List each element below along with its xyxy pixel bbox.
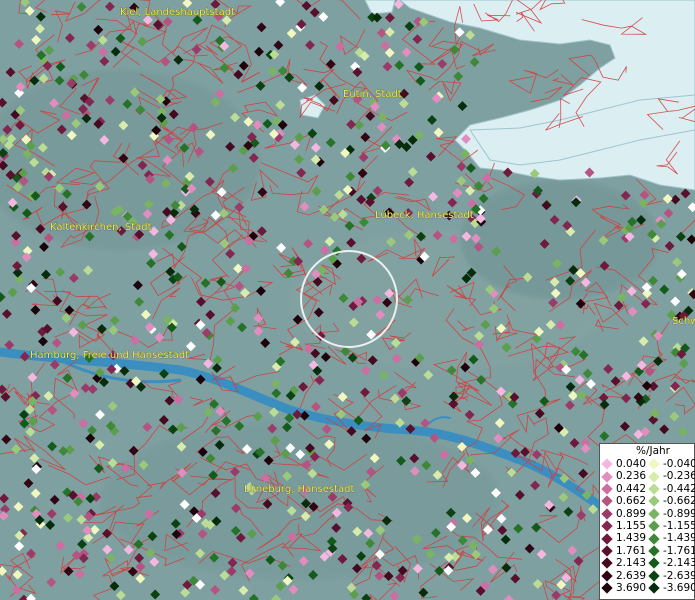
legend-entry-positive: 1.761 [600, 545, 647, 557]
legend-entry-negative: -0.662 [647, 495, 695, 508]
legend-swatch [648, 458, 660, 470]
legend-entry-positive: 0.662 [600, 495, 647, 507]
legend-entry-positive: 3.690 [600, 582, 647, 594]
legend-value: -0.442 [663, 482, 695, 495]
legend-swatch [601, 495, 613, 508]
legend-row: 2.639 -2.639 [600, 569, 695, 582]
legend-entry-positive: 1.155 [600, 520, 647, 532]
legend-swatch [648, 508, 660, 520]
legend-swatch [648, 557, 660, 569]
legend-entry-negative: -0.236 [647, 470, 695, 483]
place-label-hamburg: Hamburg, Freie und Hansestadt [30, 350, 189, 361]
legend-entry-positive: 0.236 [600, 470, 647, 482]
legend-row: 2.143 -2.143 [600, 557, 695, 570]
legend-row: 0.442 -0.442 [600, 482, 695, 495]
legend-swatch [601, 458, 613, 470]
legend-value: -1.439 [663, 532, 695, 545]
legend-value: -3.690 [663, 581, 695, 594]
legend-swatch [648, 495, 660, 508]
legend-entry-positive: 0.040 [600, 458, 647, 470]
legend-swatch [648, 545, 660, 557]
legend-entry-positive: 1.439 [600, 532, 647, 544]
legend-value: 0.899 [616, 507, 647, 520]
legend-row: 1.761 -1.761 [600, 544, 695, 557]
place-label-kiel: Kiel, Landeshauptstadt [120, 7, 235, 18]
legend-value: -0.662 [663, 495, 695, 508]
legend-value: -0.236 [663, 470, 695, 483]
legend-value: 2.639 [616, 569, 647, 582]
legend-swatch [601, 508, 613, 520]
legend-value: -0.040 [663, 458, 695, 470]
legend-value: 3.690 [616, 581, 647, 594]
legend-value: 1.439 [616, 532, 647, 545]
legend-value: -2.639 [663, 569, 695, 582]
legend-entry-negative: -2.143 [647, 557, 695, 570]
place-label-schwerin: Schw [672, 316, 695, 327]
legend-row: 0.899 -0.899 [600, 507, 695, 520]
legend-rows: 0.040 -0.040 0.236 -0.236 0.442 -0.442 0.662 -0… [600, 458, 695, 594]
legend-entry-positive: 0.899 [600, 508, 647, 520]
legend-value: 0.040 [616, 458, 647, 470]
legend-entry-negative: -1.761 [647, 544, 695, 557]
legend-swatch [601, 557, 613, 569]
legend-entry-negative: -0.040 [647, 458, 695, 470]
legend-swatch [601, 570, 613, 582]
legend-row: 1.439 -1.439 [600, 532, 695, 545]
legend-value: 0.662 [616, 495, 647, 508]
legend-swatch [601, 545, 613, 557]
legend-entry-negative: -0.442 [647, 482, 695, 495]
legend-swatch [601, 520, 613, 532]
legend-row: 0.236 -0.236 [600, 470, 695, 483]
legend-swatch [648, 582, 660, 594]
legend-swatch [648, 532, 660, 545]
legend-value: -2.143 [663, 557, 695, 570]
legend-entry-negative: -1.155 [647, 519, 695, 532]
legend-swatch [648, 570, 660, 582]
legend-swatch [648, 470, 660, 483]
map-legend: %/Jahr 0.040 -0.040 0.236 -0.236 0.442 -0.442… [599, 443, 695, 600]
legend-entry-negative: -0.899 [647, 507, 695, 520]
legend-value: 1.155 [616, 519, 647, 532]
legend-entry-positive: 2.143 [600, 557, 647, 569]
legend-swatch [601, 470, 613, 483]
legend-value: -1.761 [663, 544, 695, 557]
legend-swatch [648, 483, 660, 495]
legend-entry-negative: -3.690 [647, 581, 695, 594]
legend-value: -0.899 [663, 507, 695, 520]
legend-title: %/Jahr [635, 445, 671, 457]
place-label-kaltenkirchen: Kaltenkirchen, Stadt [50, 222, 152, 233]
legend-value: 2.143 [616, 557, 647, 570]
legend-swatch [648, 520, 660, 532]
place-label-luebeck: Lübeck, Hansestadt [375, 210, 474, 221]
place-label-lueneburg: Lüneburg, Hansestadt [244, 484, 355, 495]
legend-value: 0.442 [616, 482, 647, 495]
legend-swatch [601, 483, 613, 495]
legend-entry-positive: 2.639 [600, 570, 647, 582]
legend-value: 1.761 [616, 544, 647, 557]
legend-row: 0.040 -0.040 [600, 458, 695, 470]
legend-swatch [601, 582, 613, 594]
legend-entry-negative: -1.439 [647, 532, 695, 545]
map-canvas[interactable]: Kiel, Landeshauptstadt Eutin, Stadt Lübe… [0, 0, 695, 600]
legend-entry-negative: -2.639 [647, 569, 695, 582]
legend-row: 1.155 -1.155 [600, 519, 695, 532]
legend-row: 0.662 -0.662 [600, 495, 695, 508]
legend-row: 3.690 -3.690 [600, 581, 695, 594]
legend-entry-positive: 0.442 [600, 483, 647, 495]
legend-value: -1.155 [663, 519, 695, 532]
legend-value: 0.236 [616, 470, 647, 483]
place-label-eutin: Eutin, Stadt [343, 89, 402, 100]
legend-swatch [601, 532, 613, 545]
